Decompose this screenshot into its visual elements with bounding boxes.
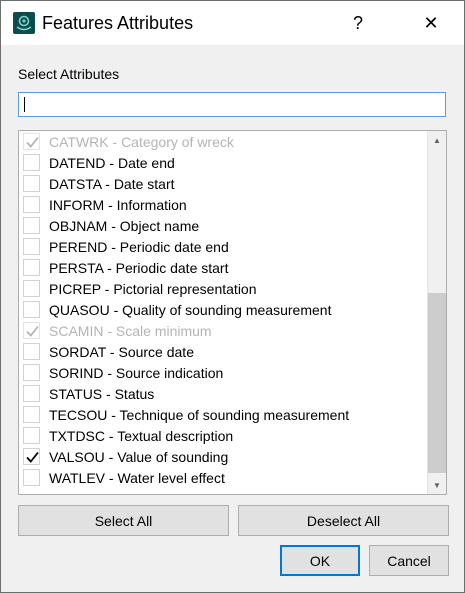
checkmark-icon (26, 136, 39, 148)
attribute-row[interactable]: SORDAT - Source date (19, 342, 427, 363)
attribute-checkbox (23, 322, 40, 339)
attribute-row[interactable]: SORIND - Source indication (19, 363, 427, 384)
text-caret (24, 97, 25, 112)
help-button[interactable]: ? (335, 1, 381, 45)
cancel-button[interactable]: Cancel (369, 545, 449, 576)
attribute-label: INFORM - Information (49, 197, 187, 213)
attribute-row[interactable]: CATWRK - Category of wreck (19, 132, 427, 153)
attribute-checkbox[interactable] (23, 196, 40, 213)
attribute-checkbox[interactable] (23, 448, 40, 465)
attribute-checkbox[interactable] (23, 217, 40, 234)
attribute-checkbox[interactable] (23, 385, 40, 402)
attribute-label: DATSTA - Date start (49, 176, 175, 192)
attribute-checkbox[interactable] (23, 175, 40, 192)
attribute-label: PEREND - Periodic date end (49, 239, 229, 255)
attribute-row[interactable]: TECSOU - Technique of sounding measureme… (19, 405, 427, 426)
window-title: Features Attributes (42, 13, 194, 33)
scrollbar-thumb[interactable] (428, 293, 446, 473)
checkmark-icon (26, 325, 39, 337)
attribute-checkbox[interactable] (23, 364, 40, 381)
scroll-up-arrow-icon[interactable]: ▲ (428, 131, 446, 149)
attribute-row[interactable]: DATEND - Date end (19, 153, 427, 174)
help-icon: ? (352, 12, 363, 33)
attribute-label: TXTDSC - Textual description (49, 428, 234, 444)
attribute-label: DATEND - Date end (49, 155, 175, 171)
attribute-row[interactable]: DATSTA - Date start (19, 174, 427, 195)
attribute-row[interactable]: PEREND - Periodic date end (19, 237, 427, 258)
attribute-label: STATUS - Status (49, 386, 155, 402)
select-all-button[interactable]: Select All (18, 505, 229, 536)
attribute-row[interactable]: SCAMIN - Scale minimum (19, 321, 427, 342)
attribute-checkbox (23, 133, 40, 150)
select-attributes-label: Select Attributes (18, 66, 120, 82)
attribute-row[interactable]: WATLEV - Water level effect (19, 468, 427, 489)
close-icon: ✕ (423, 12, 439, 33)
ok-button[interactable]: OK (280, 545, 360, 576)
close-button[interactable]: ✕ (408, 1, 454, 45)
attribute-label: SORDAT - Source date (49, 344, 194, 360)
attribute-checkbox[interactable] (23, 154, 40, 171)
attribute-checkbox[interactable] (23, 259, 40, 276)
attribute-checkbox[interactable] (23, 343, 40, 360)
attribute-checkbox[interactable] (23, 406, 40, 423)
attribute-row[interactable]: INFORM - Information (19, 195, 427, 216)
attribute-row[interactable]: PERSTA - Periodic date start (19, 258, 427, 279)
attribute-label: OBJNAM - Object name (49, 218, 200, 234)
deselect-all-button[interactable]: Deselect All (238, 505, 449, 536)
attribute-row[interactable]: STATUS - Status (19, 384, 427, 405)
attribute-row[interactable]: VALSOU - Value of sounding (19, 447, 427, 468)
attribute-checkbox[interactable] (23, 280, 40, 297)
attribute-row[interactable]: QUASOU - Quality of sounding measurement (19, 300, 427, 321)
attribute-label: PICREP - Pictorial representation (49, 281, 257, 297)
attribute-label: QUASOU - Quality of sounding measurement (49, 302, 332, 318)
scroll-down-arrow-icon[interactable]: ▼ (428, 476, 446, 494)
attribute-label: PERSTA - Periodic date start (49, 260, 229, 276)
attribute-row[interactable]: OBJNAM - Object name (19, 216, 427, 237)
attributes-list: CATWRK - Category of wreck DATEND - Date … (18, 130, 447, 495)
checkmark-icon (26, 451, 39, 463)
attribute-search-input[interactable] (18, 92, 446, 117)
list-scrollbar[interactable]: ▲ ▼ (427, 131, 446, 494)
title-bar: Features Attributes ? ✕ (1, 1, 464, 45)
attribute-label: VALSOU - Value of sounding (49, 449, 229, 465)
attribute-row[interactable]: PICREP - Pictorial representation (19, 279, 427, 300)
attribute-label: SORIND - Source indication (49, 365, 224, 381)
app-logo-icon (13, 12, 35, 34)
attribute-label: TECSOU - Technique of sounding measureme… (49, 407, 350, 423)
attribute-checkbox[interactable] (23, 469, 40, 486)
attribute-checkbox[interactable] (23, 301, 40, 318)
attribute-checkbox[interactable] (23, 427, 40, 444)
attribute-row[interactable]: TXTDSC - Textual description (19, 426, 427, 447)
attribute-label: SCAMIN - Scale minimum (49, 323, 212, 339)
features-attributes-dialog: Features Attributes ? ✕ Select Attribute… (0, 0, 465, 593)
attribute-label: CATWRK - Category of wreck (49, 134, 234, 150)
dialog-body: Select Attributes CATWRK - Category of w… (1, 45, 464, 592)
attribute-checkbox[interactable] (23, 238, 40, 255)
attribute-label: WATLEV - Water level effect (49, 470, 225, 486)
